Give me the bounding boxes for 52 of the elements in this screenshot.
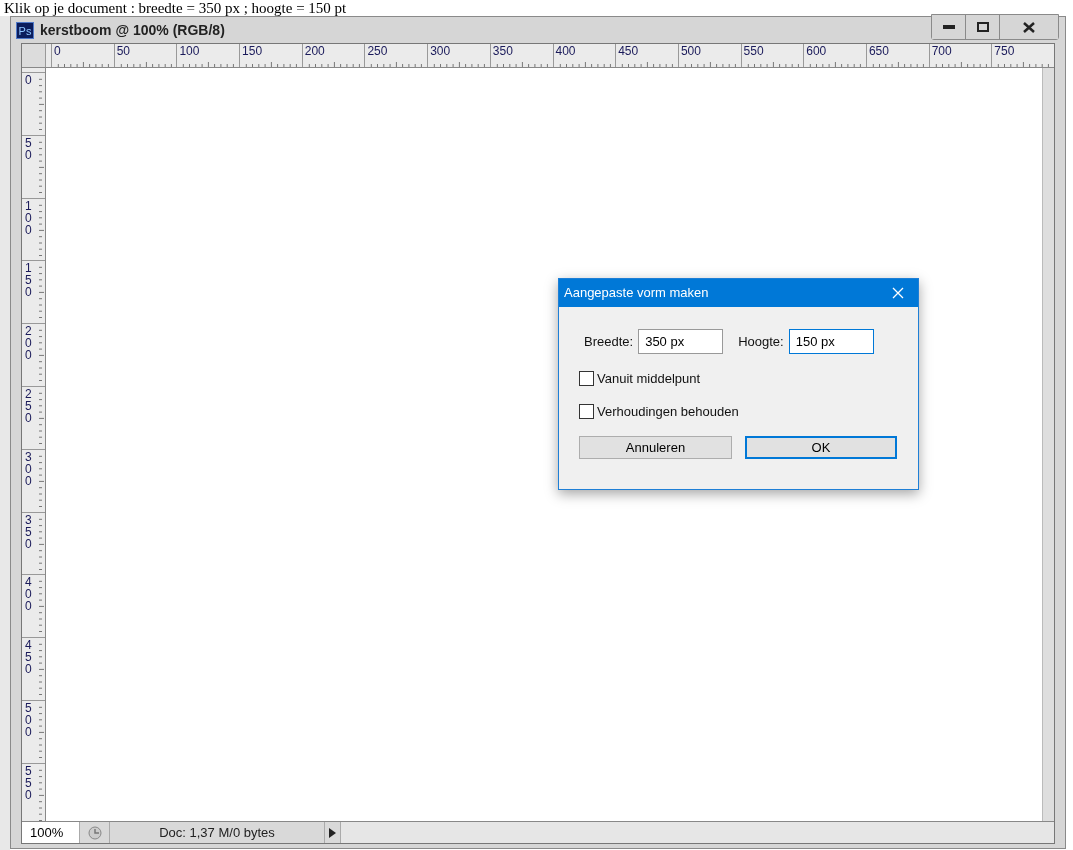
- ruler-label: 650: [868, 44, 889, 59]
- ruler-label: 500: [680, 44, 701, 59]
- ruler-label: 500: [25, 701, 32, 738]
- checkbox-label: Vanuit middelpunt: [597, 370, 701, 388]
- ruler-label: 0: [25, 74, 32, 86]
- ruler-label: 100: [25, 199, 32, 236]
- window-title: kerstboom @ 100% (RGB/8): [40, 20, 225, 40]
- minimize-icon: [942, 25, 955, 29]
- ruler-label: 700: [931, 44, 952, 59]
- vertical-scrollbar[interactable]: [1042, 68, 1054, 821]
- ruler-label: 550: [25, 764, 32, 801]
- ruler-label: 300: [430, 44, 451, 59]
- ruler-label: 250: [25, 388, 32, 424]
- input-field[interactable]: 150 px: [788, 329, 874, 354]
- minimize-button[interactable]: [932, 15, 966, 39]
- input-field[interactable]: 350 px: [638, 329, 724, 354]
- ruler-label: 150: [25, 262, 32, 299]
- ruler-label: 300: [25, 450, 32, 487]
- ruler-label: 0: [54, 44, 61, 59]
- horizontal-scrollbar[interactable]: [341, 822, 1054, 843]
- dialog-button[interactable]: OK: [745, 436, 897, 459]
- close-icon: [1023, 21, 1035, 33]
- ruler-label: 400: [25, 576, 32, 613]
- ruler-label: 200: [25, 325, 32, 362]
- checkbox-label: Verhoudingen behouden: [597, 402, 739, 421]
- close-icon: [892, 287, 904, 299]
- zoom-field[interactable]: 100%: [22, 822, 80, 843]
- field-label: Breedte:: [584, 332, 634, 351]
- checkbox[interactable]: [579, 371, 594, 387]
- ruler-label: 400: [555, 44, 576, 59]
- app-logo: Ps: [16, 21, 34, 39]
- ruler-label: 50: [116, 44, 131, 59]
- maximize-icon: [976, 22, 989, 32]
- dialog-button[interactable]: Annuleren: [579, 436, 732, 459]
- clock-icon: [87, 825, 102, 840]
- ruler-label: 100: [179, 44, 200, 59]
- ruler-label: 50: [25, 136, 32, 161]
- ruler-label: 550: [743, 44, 764, 59]
- ruler-label: 450: [618, 44, 639, 59]
- dialog-title: Aangepaste vorm maken: [564, 284, 709, 303]
- ruler-label: 750: [994, 44, 1015, 59]
- caption: Klik op je document : breedte = 350 px ; hoogte = 150 pt: [4, 0, 347, 16]
- play-icon: [329, 827, 336, 838]
- ruler-label: 350: [25, 513, 32, 550]
- checkbox[interactable]: [579, 403, 594, 419]
- ruler-label: 350: [492, 44, 513, 59]
- ruler-label: 450: [25, 639, 32, 676]
- field-label: Hoogte:: [738, 332, 784, 351]
- ruler-label: 250: [367, 44, 388, 59]
- ruler-label: 200: [304, 44, 325, 59]
- ruler-label: 150: [242, 44, 263, 59]
- ruler-label: 600: [806, 44, 827, 59]
